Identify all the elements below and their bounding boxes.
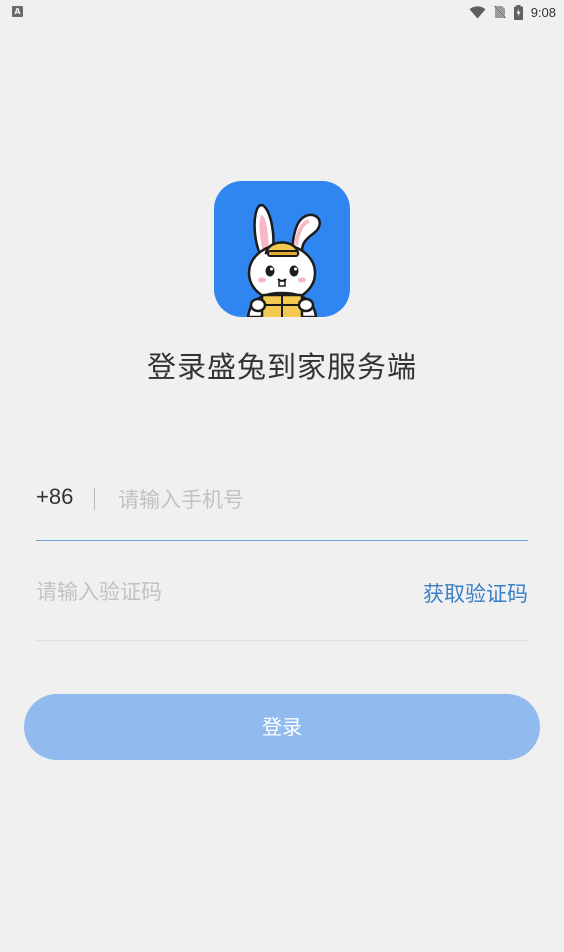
- rabbit-logo-icon: [214, 181, 350, 317]
- login-button[interactable]: 登录: [24, 694, 540, 760]
- country-code-divider: [94, 488, 95, 510]
- status-icons: 9:08: [469, 3, 556, 21]
- page-title: 登录盛兔到家服务端: [146, 350, 417, 384]
- code-input-underline: [36, 640, 528, 641]
- phone-row: +86: [36, 472, 528, 528]
- get-code-button[interactable]: 获取验证码: [423, 578, 528, 608]
- wifi-icon: [469, 5, 486, 18]
- status-bar: A 9:08: [0, 0, 564, 24]
- verification-code-input[interactable]: [36, 572, 376, 612]
- country-code: +86: [36, 484, 74, 509]
- no-sim-icon: [493, 5, 506, 19]
- phone-input-underline: [36, 540, 528, 541]
- verification-code-row: 获取验证码: [36, 570, 528, 616]
- battery-charging-icon: [513, 4, 523, 20]
- status-time: 9:08: [530, 4, 556, 20]
- phone-input[interactable]: [118, 480, 518, 520]
- notification-a-icon: A: [12, 6, 23, 17]
